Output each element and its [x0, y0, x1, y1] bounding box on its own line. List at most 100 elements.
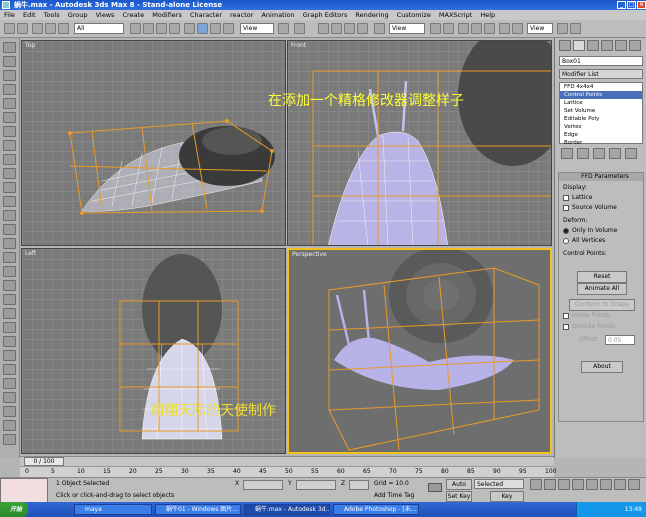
- radio-icon[interactable]: [563, 227, 569, 234]
- stack-item-control-points[interactable]: Control Points: [560, 91, 642, 99]
- select-rotate-icon[interactable]: [210, 23, 221, 34]
- reference-coord-dropdown[interactable]: View: [240, 23, 274, 34]
- viewport-front[interactable]: Front: [287, 40, 552, 246]
- menu-group[interactable]: Group: [68, 11, 88, 19]
- material-editor-icon[interactable]: [499, 23, 510, 34]
- about-button[interactable]: About: [581, 361, 623, 373]
- selection-filter-dropdown[interactable]: All: [74, 23, 124, 34]
- tool-icon-5[interactable]: [3, 98, 16, 109]
- select-move-icon[interactable]: [184, 23, 195, 34]
- select-manipulate-icon[interactable]: [294, 23, 305, 34]
- menu-views[interactable]: Views: [96, 11, 115, 19]
- start-button[interactable]: 开始: [0, 502, 28, 517]
- menu-tools[interactable]: Tools: [44, 11, 60, 19]
- tool-icon-22[interactable]: [3, 336, 16, 347]
- animate-all-button[interactable]: Animate All: [577, 283, 627, 295]
- select-scale-icon[interactable]: [223, 23, 234, 34]
- curve-editor-icon[interactable]: [471, 23, 482, 34]
- modifier-list-dropdown[interactable]: Modifier List: [559, 69, 643, 79]
- stack-item-set-volume[interactable]: Set Volume: [560, 107, 642, 115]
- tool-icon-9[interactable]: [3, 154, 16, 165]
- inside-points-checkbox[interactable]: Inside Points: [559, 311, 610, 321]
- tool-icon-12[interactable]: [3, 196, 16, 207]
- render-scene-icon[interactable]: [512, 23, 523, 34]
- menu-modifiers[interactable]: Modifiers: [152, 11, 182, 19]
- pin-stack-icon[interactable]: [561, 148, 573, 159]
- maximize-button[interactable]: □: [627, 1, 636, 9]
- region-select-icon[interactable]: [156, 23, 167, 34]
- stack-item-vertex[interactable]: Vertex: [560, 123, 642, 131]
- goto-end-icon[interactable]: [586, 479, 598, 490]
- tool-icon-29[interactable]: [3, 434, 16, 445]
- schematic-view-icon[interactable]: [484, 23, 495, 34]
- viewport-perspective[interactable]: Perspective: [287, 248, 552, 454]
- checkbox-icon[interactable]: [563, 204, 569, 211]
- tool-icon-26[interactable]: [3, 392, 16, 403]
- spinner-snap-icon[interactable]: [357, 23, 368, 34]
- only-in-volume-radio[interactable]: Only In Volume: [559, 226, 643, 236]
- goto-start-icon[interactable]: [530, 479, 542, 490]
- render-last-icon[interactable]: [570, 23, 581, 34]
- menu-reactor[interactable]: reactor: [230, 11, 253, 19]
- named-selection-dropdown[interactable]: View: [389, 23, 425, 34]
- offset-spinner[interactable]: 0.05: [605, 335, 635, 345]
- checkbox-icon[interactable]: [563, 323, 569, 330]
- rollout-title[interactable]: FFD Parameters: [559, 173, 643, 181]
- tool-icon-15[interactable]: [3, 238, 16, 249]
- stack-item-lattice[interactable]: Lattice: [560, 99, 642, 107]
- x-coord-field[interactable]: [243, 480, 283, 490]
- viewport-left[interactable]: Left: [21, 248, 286, 454]
- render-type-dropdown[interactable]: View: [527, 23, 553, 34]
- key-filters-button[interactable]: Key Filters...: [490, 491, 524, 510]
- taskbar-item[interactable]: 蜗牛01 - Windows 图片...: [155, 504, 241, 515]
- make-unique-icon[interactable]: [593, 148, 605, 159]
- conform-to-shape-button[interactable]: Conform to Shape: [569, 299, 635, 311]
- menu-edit[interactable]: Edit: [23, 11, 36, 19]
- quick-render-icon[interactable]: [557, 23, 568, 34]
- checkbox-icon[interactable]: [563, 312, 569, 319]
- stack-item-ffd[interactable]: FFD 4x4x4: [560, 83, 642, 91]
- taskbar-item[interactable]: maya: [74, 504, 152, 515]
- tool-icon-19[interactable]: [3, 294, 16, 305]
- tool-icon-24[interactable]: [3, 364, 16, 375]
- remove-modifier-icon[interactable]: [609, 148, 621, 159]
- create-tab-icon[interactable]: [559, 40, 571, 51]
- select-move-active-icon[interactable]: [197, 23, 208, 34]
- angle-snap-icon[interactable]: [331, 23, 342, 34]
- all-vertices-radio[interactable]: All Vertices: [559, 236, 643, 246]
- tool-icon-14[interactable]: [3, 224, 16, 235]
- track-bar[interactable]: 0 5 10 15 20 25 30 35 40 45 50 55 60 65 70 75 80 85 90 95 10…: [20, 466, 556, 477]
- percent-snap-icon[interactable]: [344, 23, 355, 34]
- unlink-icon[interactable]: [45, 23, 56, 34]
- layer-manager-icon[interactable]: [458, 23, 469, 34]
- viewport-top[interactable]: Top: [21, 40, 286, 246]
- stack-item-editable-poly[interactable]: Editable Poly: [560, 115, 642, 123]
- tool-icon-1[interactable]: [3, 42, 16, 53]
- tool-icon-16[interactable]: [3, 252, 16, 263]
- select-by-name-icon[interactable]: [143, 23, 154, 34]
- menu-create[interactable]: Create: [123, 11, 145, 19]
- menu-customize[interactable]: Customize: [397, 11, 431, 19]
- tool-icon-11[interactable]: [3, 182, 16, 193]
- tool-icon-18[interactable]: [3, 280, 16, 291]
- object-name-input[interactable]: Box01: [559, 56, 643, 66]
- stack-item-edge[interactable]: Edge: [560, 131, 642, 139]
- menu-help[interactable]: Help: [480, 11, 495, 19]
- taskbar-item[interactable]: Adobe Photoshop - [未...: [333, 504, 419, 515]
- zoom-icon[interactable]: [600, 479, 612, 490]
- menu-animation[interactable]: Animation: [261, 11, 294, 19]
- display-tab-icon[interactable]: [615, 40, 627, 51]
- tool-icon-28[interactable]: [3, 420, 16, 431]
- time-slider-thumb[interactable]: 0 / 100: [24, 457, 64, 466]
- redo-icon[interactable]: [17, 23, 28, 34]
- bind-spacewarp-icon[interactable]: [58, 23, 69, 34]
- tool-icon-27[interactable]: [3, 406, 16, 417]
- prev-frame-icon[interactable]: [544, 479, 556, 490]
- configure-sets-icon[interactable]: [625, 148, 637, 159]
- menu-rendering[interactable]: Rendering: [355, 11, 388, 19]
- tool-icon-7[interactable]: [3, 126, 16, 137]
- y-coord-field[interactable]: [296, 480, 336, 490]
- close-button[interactable]: ×: [637, 1, 646, 9]
- add-time-tag[interactable]: Add Time Tag: [374, 492, 414, 499]
- checkbox-icon[interactable]: [563, 194, 569, 201]
